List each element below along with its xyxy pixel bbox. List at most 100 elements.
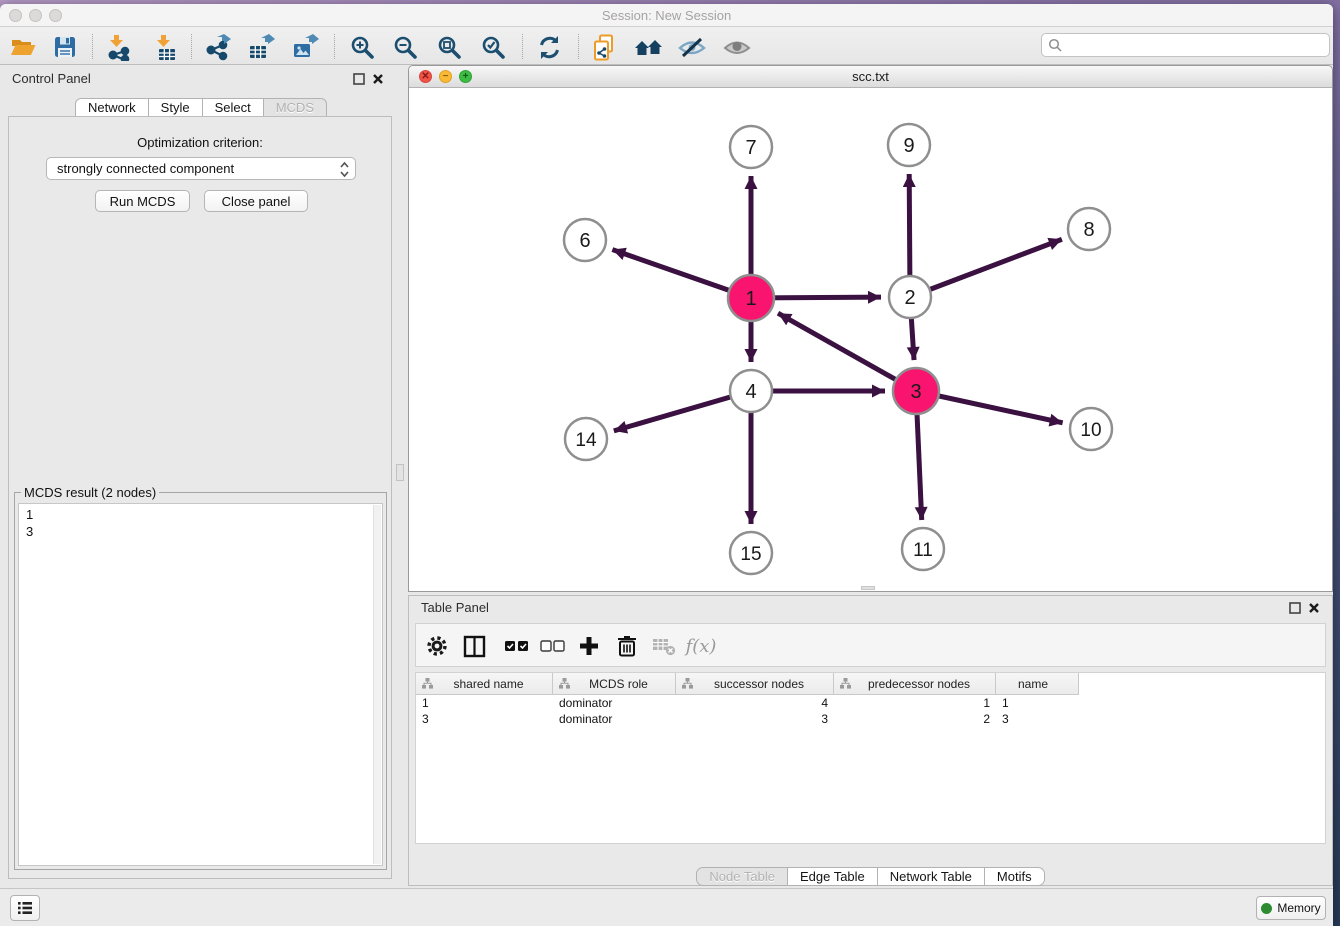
toolbar-separator bbox=[578, 34, 579, 59]
node-9[interactable]: 9 bbox=[888, 124, 930, 166]
add-row-icon[interactable] bbox=[575, 632, 603, 660]
node-10[interactable]: 10 bbox=[1070, 408, 1112, 450]
node-label: 10 bbox=[1080, 420, 1101, 441]
zoom-out-icon[interactable] bbox=[390, 32, 420, 62]
tab-network[interactable]: Network bbox=[75, 98, 149, 117]
zoom-fit-icon[interactable] bbox=[434, 32, 464, 62]
memory-button[interactable]: Memory bbox=[1256, 896, 1326, 920]
table-toolbar: f(x) bbox=[415, 623, 1326, 667]
main-toolbar bbox=[0, 27, 1333, 65]
tab-motifs[interactable]: Motifs bbox=[985, 867, 1045, 886]
search-icon bbox=[1048, 38, 1062, 52]
new-network-from-selection-icon[interactable] bbox=[590, 32, 620, 62]
node-4[interactable]: 4 bbox=[730, 370, 772, 412]
node-11[interactable]: 11 bbox=[902, 528, 944, 570]
node-1[interactable]: 1 bbox=[728, 275, 774, 321]
table-cell[interactable]: dominator bbox=[553, 695, 676, 711]
column-header-predecessor-nodes[interactable]: predecessor nodes bbox=[834, 673, 996, 695]
tab-node-table[interactable]: Node Table bbox=[696, 867, 788, 886]
import-table-icon[interactable] bbox=[150, 32, 180, 62]
mcds-result-box: MCDS result (2 nodes) 1 3 bbox=[14, 492, 387, 870]
node-2[interactable]: 2 bbox=[889, 276, 931, 318]
table-row[interactable]: 1dominator411 bbox=[416, 695, 1325, 711]
node-6[interactable]: 6 bbox=[564, 219, 606, 261]
node-label: 6 bbox=[579, 230, 590, 252]
column-header-name[interactable]: name bbox=[996, 673, 1079, 695]
search-input[interactable] bbox=[1066, 37, 1329, 53]
column-type-icon bbox=[682, 678, 693, 689]
canvas-grip-handle[interactable] bbox=[861, 586, 875, 590]
table-cell[interactable]: 2 bbox=[834, 711, 996, 727]
node-3[interactable]: 3 bbox=[893, 368, 939, 414]
task-history-button[interactable] bbox=[10, 895, 40, 921]
delete-table-icon[interactable] bbox=[650, 632, 678, 660]
float-panel-icon[interactable] bbox=[353, 73, 365, 85]
refresh-layout-icon[interactable] bbox=[534, 32, 564, 62]
export-image-icon[interactable] bbox=[290, 32, 320, 62]
function-builder-icon[interactable]: f(x) bbox=[687, 632, 715, 660]
network-window-titlebar[interactable]: ✕ − + scc.txt bbox=[409, 66, 1332, 88]
zoom-selected-icon[interactable] bbox=[478, 32, 508, 62]
node-8[interactable]: 8 bbox=[1068, 208, 1110, 250]
clear-all-checks-icon[interactable] bbox=[538, 632, 566, 660]
select-all-checks-icon[interactable] bbox=[502, 632, 530, 660]
table-cell[interactable]: dominator bbox=[553, 711, 676, 727]
node-table[interactable]: shared nameMCDS rolesuccessor nodesprede… bbox=[415, 672, 1326, 844]
first-neighbors-icon[interactable] bbox=[634, 32, 664, 62]
table-row[interactable]: 3dominator323 bbox=[416, 711, 1325, 727]
save-session-icon[interactable] bbox=[50, 32, 80, 62]
show-all-icon[interactable] bbox=[722, 32, 752, 62]
export-table-icon[interactable] bbox=[246, 32, 276, 62]
control-panel-title: Control Panel bbox=[12, 71, 91, 86]
main-titlebar[interactable]: Session: New Session bbox=[0, 4, 1333, 27]
tab-select[interactable]: Select bbox=[203, 98, 264, 117]
mcds-result-text: 1 3 bbox=[19, 504, 372, 865]
import-network-icon[interactable] bbox=[103, 32, 133, 62]
export-network-icon[interactable] bbox=[203, 32, 233, 62]
float-table-panel-icon[interactable] bbox=[1289, 602, 1301, 614]
tab-mcds[interactable]: MCDS bbox=[264, 98, 327, 117]
zoom-in-icon[interactable] bbox=[347, 32, 377, 62]
column-type-icon bbox=[840, 678, 851, 689]
table-cell[interactable]: 1 bbox=[996, 695, 1079, 711]
hide-selected-icon[interactable] bbox=[677, 32, 707, 62]
column-header-mcds-role[interactable]: MCDS role bbox=[553, 673, 676, 695]
criterion-dropdown[interactable]: strongly connected component bbox=[46, 157, 356, 180]
close-panel-button[interactable]: Close panel bbox=[204, 190, 308, 212]
table-cell[interactable]: 1 bbox=[416, 695, 553, 711]
memory-label: Memory bbox=[1277, 901, 1320, 915]
memory-status-icon bbox=[1261, 903, 1272, 914]
criterion-value: strongly connected component bbox=[57, 161, 234, 176]
table-cell[interactable]: 3 bbox=[996, 711, 1079, 727]
open-session-icon[interactable] bbox=[8, 32, 38, 62]
panel-splitter-handle[interactable] bbox=[396, 464, 404, 481]
node-14[interactable]: 14 bbox=[565, 418, 607, 460]
column-header-successor-nodes[interactable]: successor nodes bbox=[676, 673, 834, 695]
network-canvas[interactable]: 1 2 3 4 6 7 8 9 10 11 14 15 bbox=[409, 88, 1332, 591]
tab-network-table[interactable]: Network Table bbox=[878, 867, 985, 886]
tab-edge-table[interactable]: Edge Table bbox=[788, 867, 878, 886]
table-cell[interactable]: 3 bbox=[676, 711, 834, 727]
status-bar: Memory bbox=[0, 888, 1333, 926]
node-label: 9 bbox=[903, 135, 914, 157]
close-table-panel-icon[interactable] bbox=[1308, 602, 1320, 614]
close-panel-icon[interactable] bbox=[372, 73, 384, 85]
edge-2-8[interactable] bbox=[910, 239, 1062, 297]
node-15[interactable]: 15 bbox=[730, 532, 772, 574]
delete-row-icon[interactable] bbox=[613, 632, 641, 660]
search-field[interactable] bbox=[1041, 33, 1330, 57]
table-settings-icon[interactable] bbox=[423, 632, 451, 660]
result-scrollbar[interactable] bbox=[373, 505, 381, 864]
run-mcds-button[interactable]: Run MCDS bbox=[95, 190, 190, 212]
table-panel-title: Table Panel bbox=[421, 600, 489, 615]
table-cell[interactable]: 3 bbox=[416, 711, 553, 727]
node-label: 15 bbox=[740, 544, 761, 565]
show-columns-icon[interactable] bbox=[460, 632, 488, 660]
table-tabs: Node TableEdge TableNetwork TableMotifs bbox=[409, 867, 1332, 886]
node-7[interactable]: 7 bbox=[730, 126, 772, 168]
tab-style[interactable]: Style bbox=[149, 98, 203, 117]
column-header-shared-name[interactable]: shared name bbox=[416, 673, 553, 695]
mcds-result-area[interactable]: 1 3 bbox=[18, 503, 383, 866]
table-cell[interactable]: 4 bbox=[676, 695, 834, 711]
table-cell[interactable]: 1 bbox=[834, 695, 996, 711]
